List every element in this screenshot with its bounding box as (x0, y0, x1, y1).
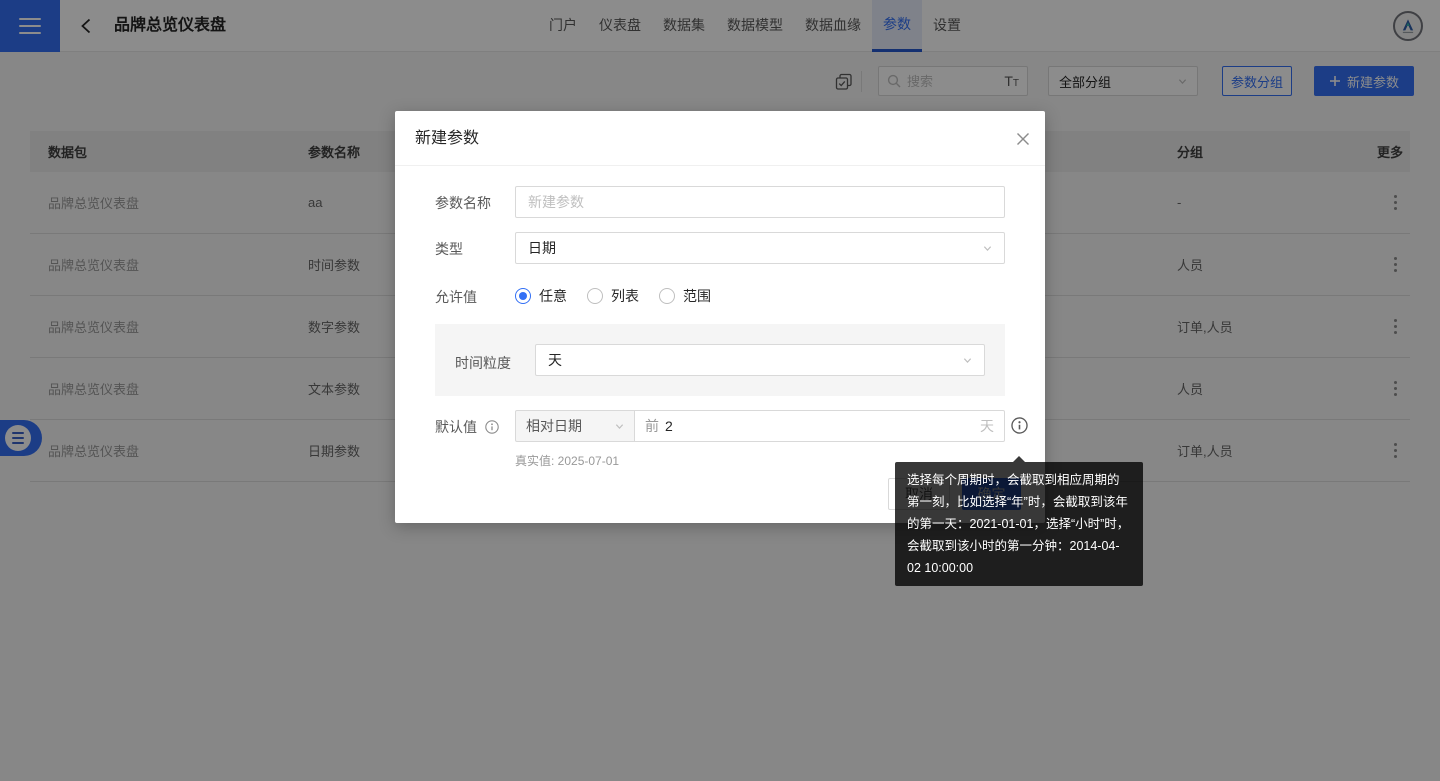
allowed-values-label: 允许值 (435, 287, 477, 307)
unit-label: 天 (980, 416, 994, 436)
radio-list[interactable]: 列表 (587, 286, 639, 306)
relative-days-input[interactable] (665, 418, 980, 434)
real-value-text: 真实值: 2025-07-01 (515, 452, 619, 469)
param-name-input-wrapper (515, 186, 1005, 218)
tooltip-text: 选择每个周期时，会截取到相应周期的第一刻，比如选择“年”时，会截取到该年的第一天… (907, 469, 1131, 579)
chevron-down-icon (615, 422, 624, 431)
type-select-value: 日期 (528, 238, 983, 258)
chevron-down-icon (983, 244, 992, 253)
radio-dot (587, 288, 603, 304)
granularity-label: 时间粒度 (455, 353, 511, 373)
radio-dot (659, 288, 675, 304)
granularity-value: 天 (548, 350, 963, 370)
allowed-values-radio-group: 任意 列表 范围 (515, 286, 711, 306)
modal-title: 新建参数 (415, 111, 479, 166)
default-value-control: 相对日期 前 天 (515, 410, 1005, 442)
type-select[interactable]: 日期 (515, 232, 1005, 264)
default-value-label-row: 默认值 (435, 417, 499, 437)
modal-header: 新建参数 (395, 111, 1045, 166)
type-label: 类型 (435, 239, 463, 259)
info-icon[interactable] (485, 420, 499, 434)
radio-any[interactable]: 任意 (515, 286, 567, 306)
param-name-input[interactable] (528, 194, 992, 210)
default-value-label: 默认值 (435, 417, 477, 437)
period-info-icon[interactable] (1011, 417, 1028, 434)
relative-days-input-wrapper: 前 天 (635, 410, 1005, 442)
tooltip-arrow (1013, 456, 1025, 462)
param-name-label: 参数名称 (435, 193, 491, 213)
date-mode-value: 相对日期 (526, 416, 615, 436)
radio-range[interactable]: 范围 (659, 286, 711, 306)
close-icon[interactable] (1015, 131, 1031, 147)
chevron-down-icon (963, 356, 972, 365)
date-mode-select[interactable]: 相对日期 (515, 410, 635, 442)
radio-dot (515, 288, 531, 304)
prefix-label: 前 (645, 416, 659, 436)
period-tooltip: 选择每个周期时，会截取到相应周期的第一刻，比如选择“年”时，会截取到该年的第一天… (895, 462, 1143, 586)
granularity-select[interactable]: 天 (535, 344, 985, 376)
